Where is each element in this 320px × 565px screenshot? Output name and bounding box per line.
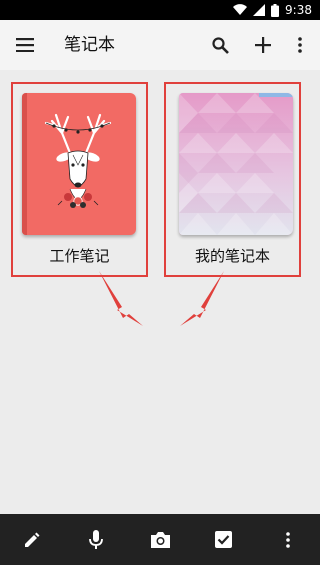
menu-button[interactable] (10, 20, 40, 70)
new-text-note-button[interactable] (12, 514, 52, 565)
bottom-action-bar (0, 514, 320, 565)
app-toolbar: 笔记本 (0, 20, 320, 70)
more-actions-button[interactable] (268, 514, 308, 565)
notebook-card[interactable]: 我的笔记本 (164, 82, 301, 277)
search-icon (211, 36, 229, 54)
triangle-pattern-cover-image (179, 93, 293, 235)
notebook-card[interactable]: 工作笔记 (11, 82, 148, 277)
notebook-name: 工作笔记 (49, 247, 110, 265)
deer-cover-image (22, 93, 136, 235)
arrow-right (180, 271, 224, 326)
page-title: 笔记本 (64, 35, 115, 55)
more-vert-icon (286, 531, 290, 548)
checkbox-icon (214, 531, 232, 548)
camera-icon (150, 531, 170, 548)
pencil-icon (25, 532, 40, 547)
more-vert-icon (298, 37, 302, 53)
more-options-button[interactable] (288, 20, 312, 70)
battery-icon (271, 3, 280, 17)
status-time: 9:38 (285, 3, 312, 17)
status-bar: 9:38 (0, 0, 320, 20)
arrow-left (99, 271, 143, 326)
notebook-grid: 工作笔记 我的笔记本 (0, 70, 320, 514)
checklist-note-button[interactable] (203, 514, 243, 565)
notebook-name: 我的笔记本 (194, 247, 270, 265)
voice-note-button[interactable] (76, 514, 116, 565)
camera-note-button[interactable] (140, 514, 180, 565)
add-icon (255, 37, 271, 53)
signal-icon (253, 4, 266, 16)
wifi-icon (233, 4, 248, 16)
microphone-icon (89, 529, 103, 549)
menu-icon (16, 38, 34, 52)
add-notebook-button[interactable] (248, 20, 278, 70)
search-button[interactable] (205, 20, 235, 70)
